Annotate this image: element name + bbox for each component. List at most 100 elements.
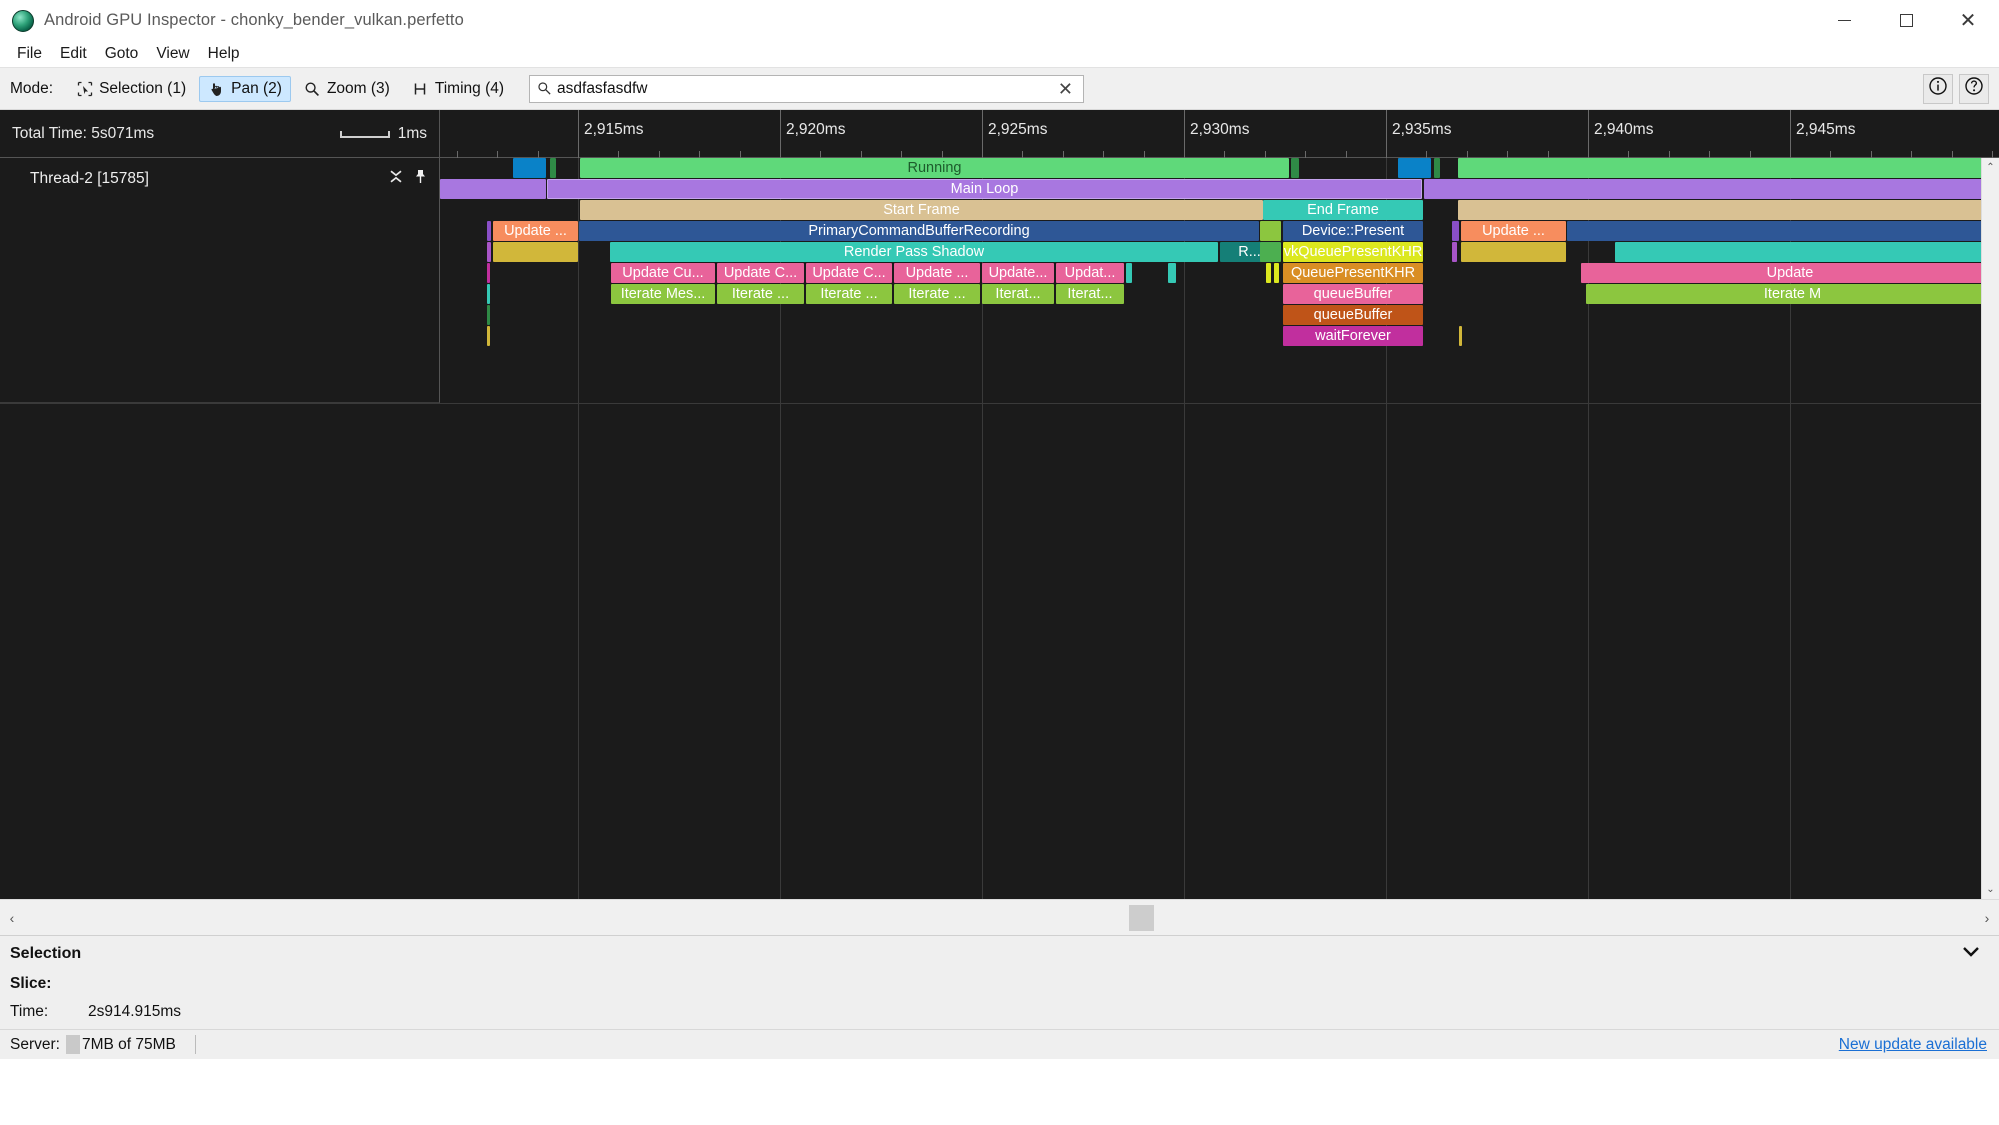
slice[interactable]: [1266, 263, 1271, 283]
slice[interactable]: [1459, 326, 1462, 346]
scroll-left-icon[interactable]: ‹: [0, 910, 24, 926]
search-box[interactable]: ✕: [529, 74, 1085, 103]
slice[interactable]: queueBuffer: [1283, 305, 1423, 325]
pin-icon[interactable]: [414, 169, 427, 189]
clear-search-icon[interactable]: ✕: [1054, 80, 1077, 98]
menu-item-view[interactable]: View: [147, 43, 198, 65]
slice[interactable]: QueuePresentKHR: [1283, 263, 1423, 283]
slice[interactable]: [440, 179, 546, 199]
slice[interactable]: [1168, 263, 1176, 283]
mode-timing-button[interactable]: Timing (4): [403, 76, 513, 102]
horizontal-scrollbar[interactable]: ‹ ›: [0, 899, 1999, 935]
slice[interactable]: queueBuffer: [1283, 284, 1423, 304]
ruler-minor-tick: [1305, 151, 1307, 158]
mode-zoom-button[interactable]: Zoom (3): [295, 76, 399, 102]
slice[interactable]: [1434, 158, 1440, 178]
slice[interactable]: End Frame: [1263, 200, 1423, 220]
menu-item-goto[interactable]: Goto: [96, 43, 148, 65]
slice[interactable]: [1260, 242, 1281, 262]
slice[interactable]: Iterate M: [1586, 284, 1999, 304]
search-input[interactable]: [553, 78, 1054, 99]
menu-item-edit[interactable]: Edit: [51, 43, 96, 65]
slice[interactable]: [487, 284, 490, 304]
slice[interactable]: Render Pass Shadow: [610, 242, 1218, 262]
slice[interactable]: [487, 305, 490, 325]
slice[interactable]: [1567, 221, 1999, 241]
slice[interactable]: Update ...: [1461, 221, 1566, 241]
slice[interactable]: Running: [580, 158, 1289, 178]
scroll-down-icon[interactable]: ⌄: [1986, 880, 1994, 899]
slice[interactable]: Update ...: [493, 221, 578, 241]
slice[interactable]: Start Frame: [580, 200, 1263, 220]
ruler-minor-tick: [1709, 151, 1711, 158]
track-header[interactable]: Thread-2 [15785]: [0, 158, 440, 403]
scale-bar-line: [339, 130, 390, 138]
slice[interactable]: [1458, 200, 1999, 220]
slice[interactable]: Iterate ...: [806, 284, 892, 304]
slice[interactable]: Iterat...: [982, 284, 1054, 304]
mode-selection-button[interactable]: Selection (1): [67, 76, 195, 102]
track-title: Thread-2 [15785]: [30, 170, 149, 187]
slice[interactable]: Update C...: [717, 263, 804, 283]
slice[interactable]: PrimaryCommandBufferRecording: [579, 221, 1259, 241]
slice[interactable]: [1260, 221, 1281, 241]
slice[interactable]: [1452, 221, 1459, 241]
slice[interactable]: [550, 158, 556, 178]
slice[interactable]: Iterate ...: [894, 284, 980, 304]
slice[interactable]: [487, 326, 490, 346]
slice[interactable]: [1461, 242, 1566, 262]
scrollbar-thumb[interactable]: [1129, 905, 1154, 931]
new-update-link[interactable]: New update available: [1839, 1036, 1987, 1054]
close-button[interactable]: ✕: [1937, 0, 1999, 41]
slice[interactable]: [1126, 263, 1132, 283]
slice[interactable]: [1458, 158, 1999, 178]
slice[interactable]: [513, 158, 546, 178]
ruler-minor-tick: [1830, 151, 1832, 158]
scrollbar-track[interactable]: [24, 900, 1975, 935]
mode-pan-button[interactable]: Pan (2): [199, 75, 291, 102]
scroll-right-icon[interactable]: ›: [1975, 910, 1999, 926]
slice[interactable]: Update...: [982, 263, 1054, 283]
slice[interactable]: [1452, 242, 1457, 262]
slice[interactable]: vkQueuePresentKHR: [1283, 242, 1423, 262]
slice[interactable]: Update Cu...: [611, 263, 715, 283]
window-controls: ✕: [1813, 0, 1999, 41]
maximize-button[interactable]: [1875, 0, 1937, 41]
status-bar: Server: 7MB of 75MB New update available: [0, 1029, 1999, 1059]
slice[interactable]: [1424, 179, 1999, 199]
slice[interactable]: [1291, 158, 1299, 178]
menu-item-file[interactable]: File: [8, 43, 51, 65]
slice[interactable]: waitForever: [1283, 326, 1423, 346]
slice[interactable]: Update ...: [894, 263, 980, 283]
slice[interactable]: Iterat...: [1056, 284, 1124, 304]
slice[interactable]: Iterate Mes...: [611, 284, 715, 304]
minimize-button[interactable]: [1813, 0, 1875, 41]
ruler-tick-label: 2,920ms: [786, 121, 846, 138]
timeline-view[interactable]: Total Time: 5s071ms 1ms 2,915ms 2,920ms …: [0, 110, 1999, 899]
slice[interactable]: Device::Present: [1283, 221, 1423, 241]
collapse-icon[interactable]: [389, 169, 403, 189]
info-button[interactable]: [1923, 73, 1953, 104]
slice[interactable]: [487, 263, 490, 283]
slice[interactable]: Iterate ...: [717, 284, 804, 304]
menu-item-help[interactable]: Help: [199, 43, 249, 65]
ruler-minor-tick: [1103, 151, 1105, 158]
slice-time-key: Time:: [10, 1003, 49, 1020]
slice[interactable]: [1615, 242, 1999, 262]
help-button[interactable]: [1959, 73, 1989, 104]
window-title: Android GPU Inspector - chonky_bender_vu…: [44, 11, 464, 29]
slice[interactable]: [1274, 263, 1279, 283]
server-label: Server:: [10, 1035, 60, 1053]
vertical-scrollbar[interactable]: ⌃ ⌄: [1981, 158, 1999, 899]
slice[interactable]: Update C...: [806, 263, 892, 283]
scroll-up-icon[interactable]: ⌃: [1986, 158, 1994, 177]
slice[interactable]: [493, 242, 578, 262]
slice[interactable]: Update: [1581, 263, 1999, 283]
ruler-minor-tick: [1911, 151, 1913, 158]
slice[interactable]: [487, 221, 491, 241]
slice[interactable]: [487, 242, 491, 262]
slice[interactable]: Updat...: [1056, 263, 1124, 283]
chevron-down-icon[interactable]: [1961, 945, 1981, 963]
slice[interactable]: [1398, 158, 1431, 178]
slice[interactable]: Main Loop: [547, 179, 1422, 199]
